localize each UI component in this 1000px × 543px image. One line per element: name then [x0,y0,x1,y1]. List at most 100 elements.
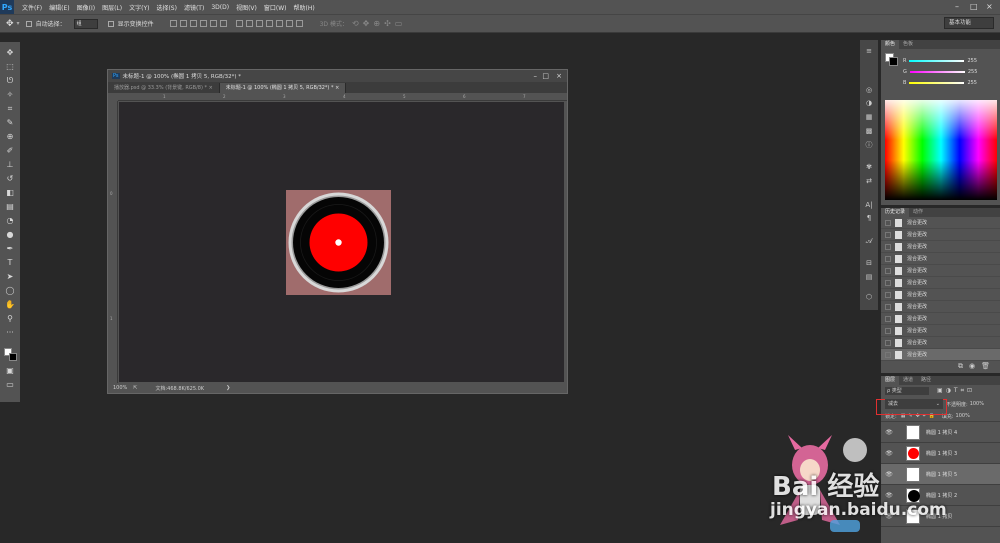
background-color-swatch[interactable] [9,353,17,361]
menu-layer[interactable]: 图层(L) [102,3,122,12]
tool-preset-icon[interactable]: ⊟ [864,258,874,268]
eye-icon[interactable]: 👁 [884,429,894,436]
align-bottom-icon[interactable] [189,20,197,27]
menu-type[interactable]: 文字(Y) [129,3,149,12]
eraser-tool-icon[interactable]: ◧ [5,188,15,198]
healing-tool-icon[interactable]: ⊕ [5,132,15,142]
chevron-down-icon[interactable]: ▾ [17,20,20,27]
workspace-switcher[interactable]: 基本功能 [944,17,994,29]
history-item[interactable]: 混合更改 [881,313,1000,325]
align-left-icon[interactable] [199,20,207,27]
maximize-icon[interactable]: □ [970,2,978,11]
layer-filter-icons[interactable]: ▣◑T⌗⊡ [937,387,975,395]
align-right-icon[interactable] [219,20,227,27]
menu-select[interactable]: 选择(S) [156,3,177,12]
export-icon[interactable]: ⇱ [133,385,137,391]
distribute-hcenter-icon[interactable] [275,20,283,27]
swatches-icon[interactable]: ▩ [864,126,874,136]
blend-mode-dropdown[interactable]: 减去 ⌄ [885,399,943,409]
show-transform-checkbox[interactable] [107,20,114,27]
align-vcenter-icon[interactable] [179,20,187,27]
menu-file[interactable]: 文件(F) [22,3,42,12]
history-item[interactable]: 混合更改 [881,289,1000,301]
magic-wand-tool-icon[interactable]: ✧ [5,90,15,100]
menu-filter[interactable]: 滤镜(T) [184,3,204,12]
history-item[interactable]: 混合更改 [881,253,1000,265]
dock-grip-icon[interactable]: ≡ [864,46,874,56]
eye-icon[interactable]: 👁 [884,471,894,478]
dodge-tool-icon[interactable]: ● [5,230,15,240]
tab-swatches[interactable]: 色板 [899,40,917,49]
tab-channels[interactable]: 通道 [899,376,917,385]
history-item[interactable]: 混合更改 [881,337,1000,349]
adjust-icon[interactable]: ◎ [864,85,874,95]
layer-row[interactable]: 👁 椭圆 1 拷贝 3 [881,443,1000,464]
menu-window[interactable]: 窗口(W) [264,3,287,12]
history-item[interactable]: 混合更改 [881,217,1000,229]
glyphs-icon[interactable]: 𝒜 [864,236,874,246]
layer-row-selected[interactable]: 👁 椭圆 1 拷贝 5 [881,464,1000,485]
tab-actions[interactable]: 动作 [909,208,927,217]
history-item[interactable]: 混合更改 [881,277,1000,289]
stamp-tool-icon[interactable]: ⊥ [5,160,15,170]
auto-select-dropdown[interactable]: 组 [73,18,98,29]
move-tool-icon[interactable]: ✥ [5,48,15,58]
layer-filter-dropdown[interactable]: ρ 类型 [885,387,929,395]
tab-untitled-1[interactable]: 未标题-1 @ 100% (椭圆 1 拷贝 5, RGB/32*) * × [219,83,347,93]
3d-orbit-icons[interactable]: ⟲✥⊕✣▭ [352,19,406,28]
lasso-tool-icon[interactable]: ᘎ [5,76,15,86]
history-item[interactable]: 混合更改 [881,265,1000,277]
artwork-canvas[interactable] [286,190,391,295]
tab-color[interactable]: 颜色 [881,40,900,49]
auto-align-icon[interactable] [295,20,303,27]
eye-icon[interactable]: 👁 [884,492,894,499]
close-icon[interactable]: × [986,2,993,11]
distribute-left-icon[interactable] [265,20,273,27]
menu-help[interactable]: 帮助(H) [294,3,315,12]
path-select-tool-icon[interactable]: ➤ [5,272,15,282]
history-brush-icon[interactable]: ↺ [5,174,15,184]
zoom-tool-icon[interactable]: ⚲ [5,314,15,324]
character-icon[interactable]: A| [864,200,874,210]
history-item[interactable]: 混合更改 [881,241,1000,253]
blur-tool-icon[interactable]: ◔ [5,216,15,226]
history-item-current[interactable]: 混合更改 [881,349,1000,361]
hand-tool-icon[interactable]: ✋ [5,300,15,310]
history-item[interactable]: 混合更改 [881,325,1000,337]
distribute-right-icon[interactable] [285,20,293,27]
color-bg-swatch[interactable] [889,57,898,66]
menu-view[interactable]: 视图(V) [236,3,257,12]
slider-r[interactable]: R 255 [903,55,977,66]
opacity-value[interactable]: 100% [970,401,984,407]
crop-tool-icon[interactable]: ⌗ [5,104,15,114]
marquee-tool-icon[interactable]: ⬚ [5,62,15,72]
tab-history[interactable]: 历史记录 [881,208,910,217]
eyedropper-tool-icon[interactable]: ✎ [5,118,15,128]
notes-icon[interactable]: ▤ [864,272,874,282]
menu-edit[interactable]: 编辑(E) [49,3,69,12]
doc-close-icon[interactable]: × [556,72,562,80]
distribute-vcenter-icon[interactable] [245,20,253,27]
pen-tool-icon[interactable]: ✒ [5,244,15,254]
layer-row[interactable]: 👁 椭圆 1 拷贝 4 [881,422,1000,443]
fill-value[interactable]: 100% [956,413,970,419]
tab-layers[interactable]: 图层 [881,376,900,385]
doc-maximize-icon[interactable]: □ [542,72,549,80]
align-top-icon[interactable] [169,20,177,27]
tab-player-psd[interactable]: 播放器.psd @ 33.3% (背景键, RGB/8) * × [108,83,220,93]
menu-image[interactable]: 图像(I) [77,3,95,12]
status-arrow-icon[interactable]: ❯ [226,385,230,391]
doc-minimize-icon[interactable]: – [534,72,538,80]
history-item[interactable]: 混合更改 [881,229,1000,241]
tab-paths[interactable]: 路径 [917,376,935,385]
more-tools-icon[interactable]: ··· [5,328,15,338]
ellipse-tool-icon[interactable]: ◯ [5,286,15,296]
history-item[interactable]: 混合更改 [881,301,1000,313]
quick-mask-icon[interactable]: ▣ [5,366,15,376]
move-tool-icon[interactable]: ✥ [6,19,14,29]
clone-source-icon[interactable]: ⇄ [864,176,874,186]
distribute-bottom-icon[interactable] [255,20,263,27]
slider-g[interactable]: G 255 [903,66,977,77]
color-spectrum-ramp[interactable] [885,100,997,200]
minimize-icon[interactable]: – [955,2,959,11]
